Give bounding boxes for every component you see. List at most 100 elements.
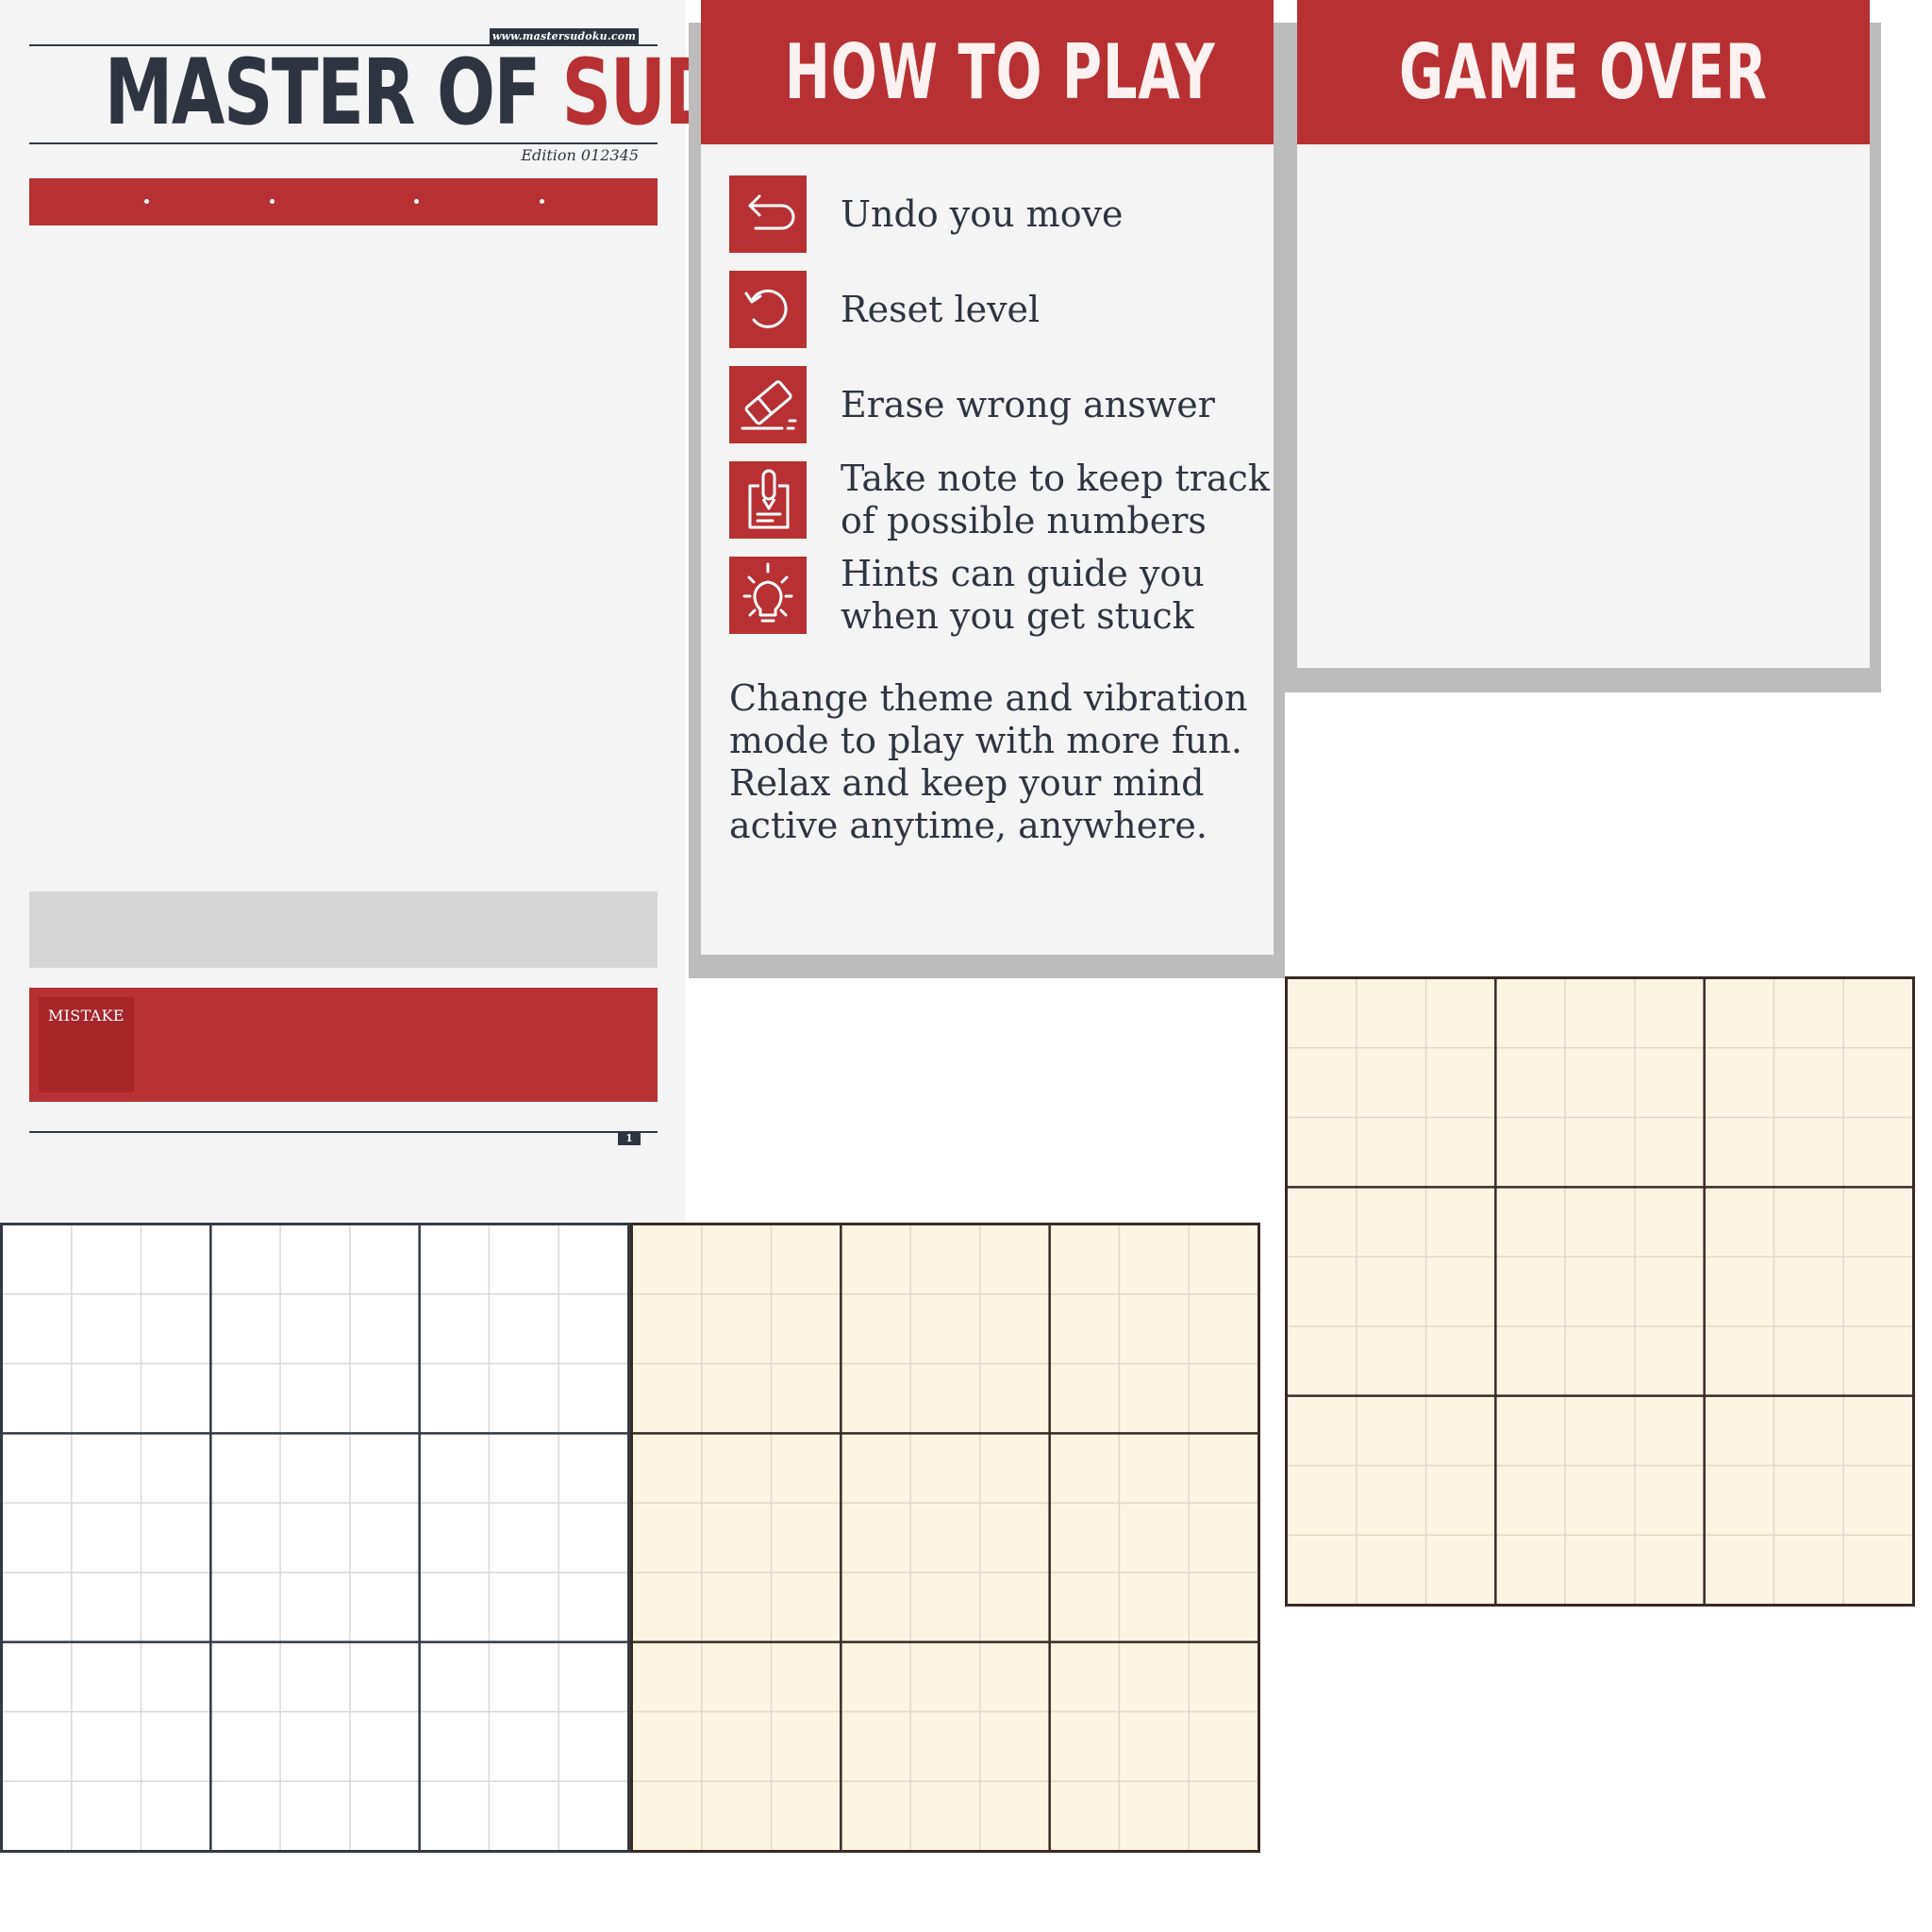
sudoku-cell[interactable] — [1843, 1048, 1913, 1118]
sudoku-cell[interactable] — [1565, 1396, 1635, 1466]
sudoku-cell[interactable] — [1287, 1257, 1357, 1326]
sudoku-cell[interactable] — [1565, 1048, 1635, 1118]
sudoku-cell[interactable] — [1189, 1433, 1258, 1503]
sudoku-cell[interactable] — [2, 1781, 72, 1851]
sudoku-cell[interactable] — [1426, 1257, 1496, 1326]
sudoku-cell[interactable] — [702, 1711, 772, 1781]
sudoku-cell[interactable] — [350, 1364, 420, 1434]
sudoku-cell[interactable] — [1189, 1364, 1258, 1434]
sudoku-cell[interactable] — [1426, 1187, 1496, 1257]
sudoku-cell[interactable] — [1635, 1465, 1705, 1535]
sudoku-cell[interactable] — [1705, 1187, 1774, 1257]
sudoku-cell[interactable] — [1774, 1396, 1843, 1466]
sudoku-cell[interactable] — [280, 1294, 350, 1364]
sudoku-cell[interactable] — [1189, 1573, 1258, 1642]
sudoku-cell[interactable] — [1426, 1396, 1496, 1466]
sudoku-cell[interactable] — [1705, 1048, 1774, 1118]
sudoku-cell[interactable] — [1774, 1257, 1843, 1326]
sudoku-cell[interactable] — [210, 1503, 280, 1573]
sudoku-cell[interactable] — [1705, 1257, 1774, 1326]
sudoku-cell[interactable] — [350, 1642, 420, 1712]
sudoku-cell[interactable] — [910, 1433, 980, 1503]
sudoku-cell[interactable] — [1705, 978, 1774, 1048]
sudoku-cell[interactable] — [980, 1294, 1050, 1364]
sudoku-cell[interactable] — [1495, 1535, 1565, 1605]
sudoku-cell[interactable] — [1774, 978, 1843, 1048]
sudoku-cell[interactable] — [1495, 1326, 1565, 1396]
sudoku-cell[interactable] — [1843, 1396, 1913, 1466]
sudoku-cell[interactable] — [1189, 1642, 1258, 1712]
sudoku-cell[interactable] — [1119, 1781, 1189, 1851]
sudoku-cell[interactable] — [142, 1433, 211, 1503]
sudoku-cell[interactable] — [841, 1781, 910, 1851]
sudoku-cell[interactable] — [350, 1224, 420, 1294]
sudoku-cell[interactable] — [280, 1433, 350, 1503]
sudoku-cell[interactable] — [72, 1364, 142, 1434]
sudoku-cell[interactable] — [558, 1433, 628, 1503]
sudoku-cell[interactable] — [1705, 1118, 1774, 1188]
sudoku-cell[interactable] — [1565, 1257, 1635, 1326]
sudoku-cell[interactable] — [702, 1573, 772, 1642]
sudoku-cell[interactable] — [2, 1433, 72, 1503]
sudoku-cell[interactable] — [910, 1781, 980, 1851]
sudoku-cell[interactable] — [489, 1503, 558, 1573]
sudoku-cell[interactable] — [142, 1573, 211, 1642]
sudoku-cell[interactable] — [1426, 1535, 1496, 1605]
sudoku-cell[interactable] — [1565, 1465, 1635, 1535]
sudoku-cell[interactable] — [1119, 1224, 1189, 1294]
sudoku-cell[interactable] — [2, 1711, 72, 1781]
hint-icon[interactable] — [729, 557, 807, 634]
sudoku-cell[interactable] — [910, 1642, 980, 1712]
sudoku-cell[interactable] — [489, 1364, 558, 1434]
sudoku-cell[interactable] — [280, 1224, 350, 1294]
sudoku-cell[interactable] — [910, 1294, 980, 1364]
sudoku-board-cream-2[interactable] — [1285, 976, 1915, 1607]
sudoku-cell[interactable] — [1426, 978, 1496, 1048]
sudoku-cell[interactable] — [772, 1642, 841, 1712]
sudoku-cell[interactable] — [772, 1781, 841, 1851]
eraser-icon[interactable] — [729, 366, 807, 443]
sudoku-cell[interactable] — [210, 1711, 280, 1781]
sudoku-cell[interactable] — [142, 1224, 211, 1294]
sudoku-cell[interactable] — [420, 1294, 490, 1364]
sudoku-cell[interactable] — [1843, 1465, 1913, 1535]
sudoku-cell[interactable] — [558, 1503, 628, 1573]
sudoku-cell[interactable] — [1426, 1118, 1496, 1188]
sudoku-cell[interactable] — [1565, 1118, 1635, 1188]
sudoku-cell[interactable] — [841, 1503, 910, 1573]
sudoku-cell[interactable] — [772, 1503, 841, 1573]
sudoku-cell[interactable] — [280, 1711, 350, 1781]
sudoku-cell[interactable] — [1189, 1711, 1258, 1781]
sudoku-cell[interactable] — [1495, 1465, 1565, 1535]
sudoku-cell[interactable] — [210, 1364, 280, 1434]
sudoku-cell[interactable] — [910, 1364, 980, 1434]
sudoku-cell[interactable] — [910, 1711, 980, 1781]
sudoku-cell[interactable] — [420, 1642, 490, 1712]
sudoku-cell[interactable] — [841, 1294, 910, 1364]
sudoku-cell[interactable] — [1287, 1535, 1357, 1605]
sudoku-cell[interactable] — [980, 1642, 1050, 1712]
sudoku-cell[interactable] — [980, 1503, 1050, 1573]
sudoku-cell[interactable] — [980, 1364, 1050, 1434]
sudoku-cell[interactable] — [2, 1573, 72, 1642]
sudoku-board-white[interactable] — [0, 1223, 630, 1853]
sudoku-cell[interactable] — [1565, 1535, 1635, 1605]
sudoku-cell[interactable] — [1635, 1535, 1705, 1605]
sudoku-cell[interactable] — [1050, 1573, 1120, 1642]
sudoku-cell[interactable] — [702, 1224, 772, 1294]
sudoku-cell[interactable] — [280, 1642, 350, 1712]
sudoku-cell[interactable] — [210, 1573, 280, 1642]
sudoku-cell[interactable] — [489, 1711, 558, 1781]
sudoku-cell[interactable] — [210, 1224, 280, 1294]
sudoku-cell[interactable] — [1774, 1465, 1843, 1535]
sudoku-cell[interactable] — [910, 1224, 980, 1294]
sudoku-cell[interactable] — [1287, 1187, 1357, 1257]
sudoku-cell[interactable] — [142, 1711, 211, 1781]
sudoku-cell[interactable] — [1189, 1224, 1258, 1294]
toolbar-dot[interactable] — [144, 199, 149, 204]
sudoku-cell[interactable] — [841, 1642, 910, 1712]
toolbar-dot[interactable] — [270, 199, 275, 204]
sudoku-cell[interactable] — [1495, 1187, 1565, 1257]
sudoku-cell[interactable] — [420, 1573, 490, 1642]
sudoku-cell[interactable] — [841, 1433, 910, 1503]
